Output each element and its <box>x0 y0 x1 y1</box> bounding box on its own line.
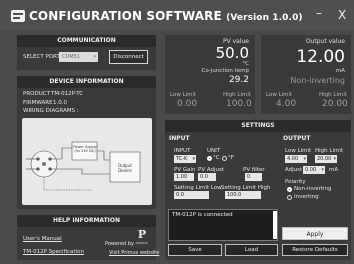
pv-unit: °C <box>242 61 249 67</box>
device-info-header: DEVICE INFORMATION <box>17 76 156 88</box>
output-group-header: OUTPUT <box>283 135 311 142</box>
apply-button[interactable]: Apply <box>282 227 348 240</box>
setting-limit-low-input[interactable]: 0.0 <box>174 191 209 199</box>
out-low-limit-value: 4.00 <box>287 156 299 162</box>
status-console[interactable]: TM-012P is connected <box>168 209 278 241</box>
chevron-down-icon: ▾ <box>192 156 195 162</box>
output-high-limit-value: 20.00 <box>322 99 348 109</box>
output-value-panel: Output value 12.00 mA Non-inverting Low … <box>261 35 351 114</box>
unit-f-label: °F <box>228 155 234 161</box>
communication-header: COMMUNICATION <box>17 35 156 47</box>
out-high-limit-label: High Limit <box>315 148 344 154</box>
disconnect-button[interactable]: Disconnect <box>109 50 148 64</box>
input-type-value: TC-K <box>176 156 188 162</box>
port-select[interactable]: COM51 ▾ <box>59 52 98 62</box>
input-type-select[interactable]: TC-K ▾ <box>174 155 196 163</box>
out-high-limit-value: 20.00 <box>317 156 332 162</box>
port-value: COM51 <box>62 54 81 60</box>
website-link[interactable]: Visit Primus website <box>109 250 159 256</box>
out-low-limit-label: Low Limit <box>285 148 312 154</box>
pv-low-limit-value: 0.00 <box>177 99 198 109</box>
output-high-limit-label: High Limit <box>319 92 348 98</box>
firmware-label: FIRMWARE <box>23 100 53 106</box>
primus-brand: PRIMUS <box>136 241 148 245</box>
power-supply-label: Power Supply (Vs 24V DC) <box>73 145 97 153</box>
pv-high-limit-value: 100.0 <box>226 99 252 109</box>
pv-filter-input[interactable]: 0 <box>245 173 262 181</box>
cj-temp-label: Co-junction temp <box>201 68 250 74</box>
wiring-diagram-drawing <box>26 141 141 191</box>
inverting-label: Inverting <box>294 194 319 200</box>
polarity-label: Polarity <box>285 179 306 185</box>
firmware-value: 1.0.0 <box>53 100 67 106</box>
restore-defaults-button[interactable]: Restore Defaults <box>282 244 348 256</box>
console-text: TM-012P is connected <box>172 212 233 218</box>
settings-panel: SETTINGS INPUT INPUT TC-K ▾ UNIT °C °F P… <box>165 120 351 260</box>
chevron-down-icon: ▾ <box>303 156 306 162</box>
adjust-input[interactable]: 0.00 ▾ <box>303 166 325 174</box>
app-title: CONFIGURATION SOFTWARE (Version 1.0.0) <box>29 9 303 23</box>
title-bar: CONFIGURATION SOFTWARE (Version 1.0.0) –… <box>0 0 354 30</box>
input-group-header: INPUT <box>169 135 190 142</box>
powered-by-label: Powered by <box>105 241 134 247</box>
wiring-diagram: Power Supply (Vs 24V DC) Output Device <box>22 118 152 205</box>
adjust-label: Adjust <box>285 167 303 173</box>
adjust-value: 0.00 <box>305 167 317 173</box>
chevron-down-icon: ▾ <box>333 156 336 162</box>
help-header: HELP INFORMATION <box>17 215 156 227</box>
inverting-radio[interactable] <box>287 195 292 200</box>
output-unit: mA <box>335 68 345 74</box>
load-button[interactable]: Load <box>225 244 278 256</box>
unit-f-radio[interactable] <box>222 156 227 161</box>
pv-low-limit-label: Low Limit <box>170 92 197 98</box>
output-value: 12.00 <box>296 47 345 67</box>
output-low-limit-value: 4.00 <box>276 99 297 109</box>
setting-limit-high-input[interactable]: 100.0 <box>225 191 261 199</box>
console-scrollbar[interactable] <box>273 211 277 239</box>
pv-value-panel: PV value 50.0 °C Co-junction temp 29.2 L… <box>165 35 255 114</box>
app-title-text: CONFIGURATION SOFTWARE <box>29 9 222 23</box>
product-value: TM-012P-TC <box>51 91 84 97</box>
output-device-label: Output Device <box>118 163 132 173</box>
pv-gain-input[interactable]: 1.00 <box>174 173 194 181</box>
save-button[interactable]: Save <box>168 244 222 256</box>
unit-c-label: °C <box>213 155 220 161</box>
output-mode: Non-inverting <box>290 76 345 85</box>
unit-c-radio[interactable] <box>207 156 212 161</box>
non-inverting-label: Non-inverting <box>294 186 332 192</box>
app-icon <box>11 10 25 22</box>
app-version: (Version 1.0.0) <box>226 13 303 23</box>
users-manual-link[interactable]: User's Manual <box>23 236 62 242</box>
unit-label: UNIT <box>207 148 221 154</box>
port-label: SELECT PORT <box>23 54 60 60</box>
device-info-panel: DEVICE INFORMATION PRODUCT TM-012P-TC FI… <box>17 76 156 209</box>
spinner-icon: ▾ <box>321 167 324 173</box>
output-low-limit-label: Low Limit <box>266 92 293 98</box>
wiring-label: WIRING DIAGRAMS : <box>23 108 79 114</box>
output-title: Output value <box>305 38 345 45</box>
communication-panel: COMMUNICATION SELECT PORT COM51 ▾ Discon… <box>17 35 156 70</box>
minimize-button[interactable]: – <box>316 6 322 20</box>
spec-link[interactable]: TM-012P Specification <box>23 249 84 255</box>
primus-logo: P PRIMUS <box>133 229 151 247</box>
cj-temp-value: 29.2 <box>228 75 249 85</box>
product-label: PRODUCT <box>23 91 50 97</box>
help-panel: HELP INFORMATION User's Manual TM-012P S… <box>17 215 159 260</box>
chevron-down-icon: ▾ <box>93 54 96 60</box>
out-low-limit-input[interactable]: 4.00 ▾ <box>285 155 307 163</box>
pv-adjust-input[interactable]: 0.0 <box>198 173 216 181</box>
close-button[interactable]: X <box>338 8 346 22</box>
pv-value: 50.0 <box>215 44 249 62</box>
non-inverting-radio[interactable] <box>287 187 292 192</box>
adjust-unit: mA <box>329 167 339 173</box>
settings-header: SETTINGS <box>165 120 351 132</box>
input-type-label: INPUT <box>174 148 191 154</box>
pv-high-limit-label: High Limit <box>223 92 252 98</box>
out-high-limit-input[interactable]: 20.00 ▾ <box>315 155 337 163</box>
